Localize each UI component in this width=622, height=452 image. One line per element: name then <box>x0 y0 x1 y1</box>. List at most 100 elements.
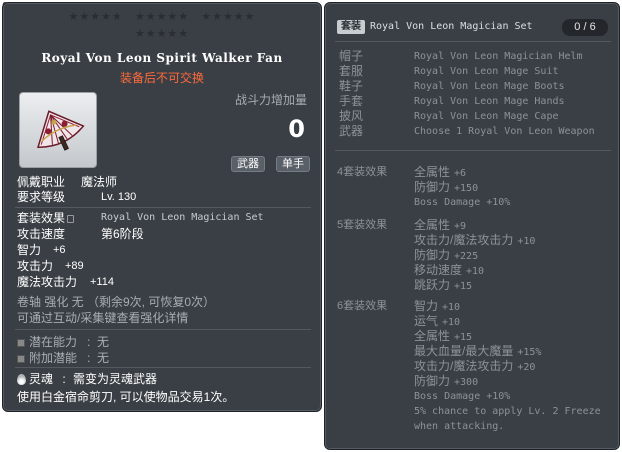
effect-value: +10 <box>517 236 536 247</box>
item-icon-frame <box>19 92 97 168</box>
set-slot-item: Choose 1 Royal Von Leon Weapon <box>414 126 595 137</box>
effect-stat: 攻击力/魔法攻击力 <box>414 233 514 247</box>
set-effect-line: 攻击力/魔法攻击力 +10 <box>414 233 535 249</box>
set-badge: 套装 <box>337 20 365 34</box>
level-label: 要求等级 <box>17 190 66 204</box>
job-label: 佩戴职业 <box>17 175 66 189</box>
set-effect-line: 全属性 +9 <box>414 218 466 234</box>
set-value: Royal Von Leon Magician Set <box>101 212 264 223</box>
effect-value: +10 <box>442 302 461 313</box>
set-slot-item: Royal Von Leon Mage Hands <box>414 96 565 107</box>
job-value: 魔法师 <box>81 175 118 189</box>
set-effect-line: 运气 +10 <box>414 314 460 330</box>
potential-value: 无 <box>97 335 110 349</box>
bonus-potential-value: 无 <box>97 351 110 365</box>
set-effect-text: Boss Damage +10% <box>414 197 511 208</box>
effect-stat: 跳跃力 <box>414 278 451 292</box>
divider <box>15 207 311 208</box>
set-effect-4-heading: 4套装效果 <box>337 166 388 178</box>
stat-value: +6 <box>53 244 66 256</box>
divider <box>335 41 611 42</box>
item-tooltip-panel: ★★★★★ ★★★★★ ★★★★★ ★★★★★ Royal Von Leon S… <box>2 2 322 412</box>
set-effect-line: 全属性 +15 <box>414 329 472 345</box>
level-row: 要求等级 Lv. 130 <box>17 190 136 204</box>
effect-value: +225 <box>454 251 479 262</box>
star-group-3: ★★★★★ <box>201 11 256 23</box>
set-effect-line: 防御力 +150 <box>414 180 478 196</box>
effect-value: +10 <box>442 317 461 328</box>
soul-label: 灵魂 <box>29 372 54 386</box>
stat-value: +114 <box>90 276 114 288</box>
set-label: 套装效果 <box>17 211 66 225</box>
set-effect-panel: 套装 Royal Von Leon Magician Set 0 / 6 帽子 … <box>324 2 620 450</box>
effect-stat: 全属性 <box>414 329 451 343</box>
effect-value: +10 <box>466 266 485 277</box>
set-slot-name: 帽子 <box>339 49 364 63</box>
star-group-2: ★★★★★ <box>134 11 190 23</box>
lock-icon <box>67 214 75 223</box>
attack-speed-label: 攻击速度 <box>17 227 66 241</box>
effect-stat: 智力 <box>414 299 439 313</box>
divider <box>15 329 311 330</box>
one-handed-tag: 单手 <box>276 156 310 172</box>
potential-icon <box>17 338 25 347</box>
combat-power-value: 0 <box>288 115 305 143</box>
effect-stat: 全属性 <box>414 165 451 179</box>
divider <box>15 367 311 368</box>
star-group-1: ★★★★★ <box>68 11 123 23</box>
effect-value: +9 <box>454 221 467 232</box>
fan-icon <box>37 110 85 151</box>
set-slot-name: 手套 <box>339 94 364 108</box>
set-effect-line: 最大血量/最大魔量 +15% <box>414 344 541 360</box>
effect-value: +6 <box>454 168 467 179</box>
bonus-potential-sep: : <box>87 351 91 365</box>
effect-value: +300 <box>454 377 479 388</box>
bonus-potential-label: 附加潜能 <box>29 351 78 365</box>
set-effect-text: 5% chance to apply Lv. 2 Freeze <box>414 406 601 417</box>
effect-stat: 防御力 <box>414 180 451 194</box>
effect-value: +15 <box>454 281 473 292</box>
effect-stat: 移动速度 <box>414 263 463 277</box>
stat-row: 魔法攻击力 +114 <box>17 275 114 289</box>
set-slot-item: Royal Von Leon Mage Suit <box>414 66 559 77</box>
set-effect-line: 防御力 +225 <box>414 248 478 264</box>
job-row: 佩戴职业 魔法师 <box>17 175 117 189</box>
set-effect-6-heading: 6套装效果 <box>337 300 388 312</box>
set-effect-line: 跳跃力 +15 <box>414 278 472 294</box>
set-row: 套装效果 Royal Von Leon Magician Set <box>17 211 264 225</box>
set-effect-line: 防御力 +300 <box>414 374 478 390</box>
set-effect-text: when attacking. <box>414 421 505 432</box>
star-force-row-1: ★★★★★ ★★★★★ ★★★★★ <box>3 11 321 23</box>
effect-value: +150 <box>454 183 479 194</box>
set-slot-name: 套服 <box>339 64 364 78</box>
set-slot-name: 披风 <box>339 109 364 123</box>
star-force-row-2: ★★★★★ <box>3 28 321 40</box>
set-piece-count: 0 / 6 <box>562 19 608 36</box>
effect-stat: 运气 <box>414 314 439 328</box>
set-slot-name: 鞋子 <box>339 79 364 93</box>
soul-sep: : <box>62 372 66 386</box>
bonus-potential-icon <box>17 354 25 363</box>
set-slot-name: 武器 <box>339 124 364 138</box>
soul-flame-icon <box>17 374 26 386</box>
item-title: Royal Von Leon Spirit Walker Fan <box>41 51 283 65</box>
scissors-hint: 使用白金宿命剪刀, 可以使物品交易1次。 <box>17 390 235 404</box>
scroll-enhance-line: 卷轴 强化 无 （剩余9次, 可恢复0次） <box>17 295 216 309</box>
effect-stat: 全属性 <box>414 218 451 232</box>
star-group-4: ★★★★★ <box>134 28 190 40</box>
potential-row: 潜在能力 : 无 <box>17 335 109 349</box>
effect-value: +15 <box>454 332 473 343</box>
set-slot-item: Royal Von Leon Magician Helm <box>414 51 583 62</box>
set-effect-5-heading: 5套装效果 <box>337 219 388 231</box>
set-effect-line: 攻击力/魔法攻击力 +20 <box>414 359 535 375</box>
stat-row: 攻击力 +89 <box>17 259 84 273</box>
stat-name: 智力 <box>17 243 42 257</box>
effect-stat: 攻击力/魔法攻击力 <box>414 359 514 373</box>
soul-row: 灵魂 : 需变为灵魂武器 <box>17 372 157 386</box>
enhance-hint: 可通过互动/采集键查看强化详情 <box>17 311 189 325</box>
stat-row: 智力 +6 <box>17 243 66 257</box>
set-effect-text: Boss Damage +10% <box>414 391 511 402</box>
effect-stat: 最大血量/最大魔量 <box>414 344 514 358</box>
stat-name: 攻击力 <box>17 259 54 273</box>
set-effect-line: 全属性 +6 <box>414 165 466 181</box>
